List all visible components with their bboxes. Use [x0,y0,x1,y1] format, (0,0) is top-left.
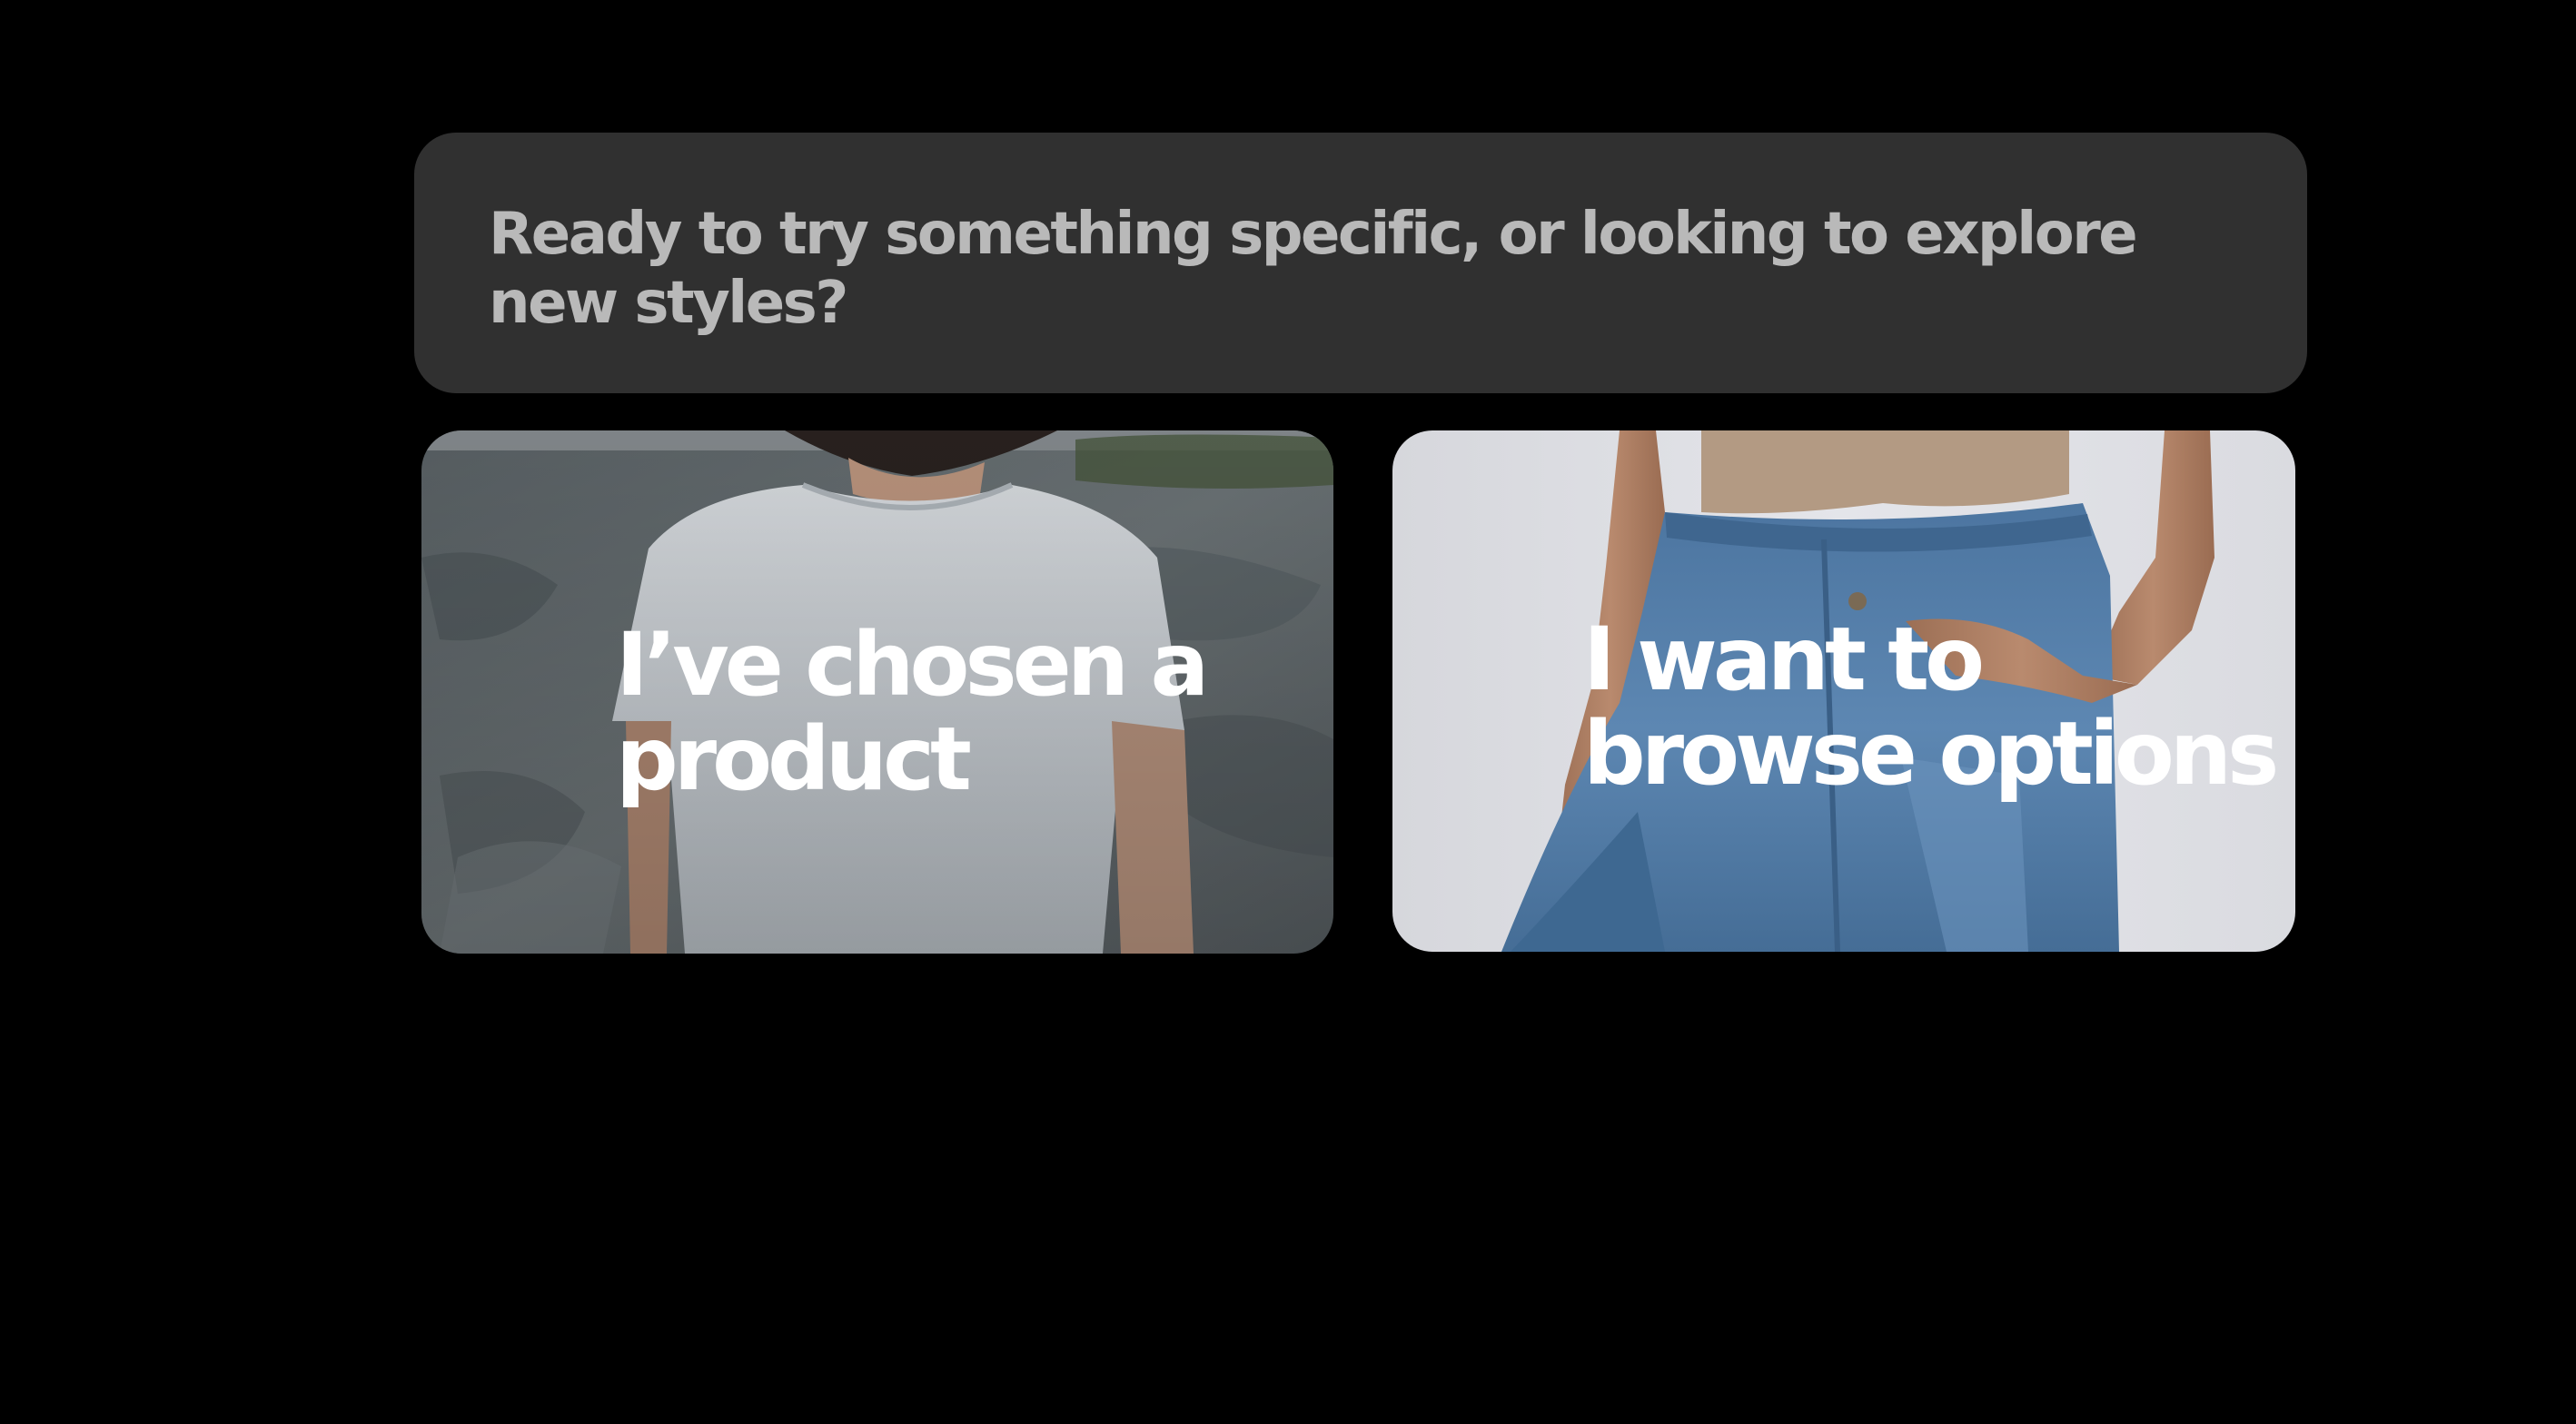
option-browse-card[interactable]: I want to browse options [1392,430,2295,952]
prompt-question: Ready to try something specific, or look… [489,201,2138,337]
option-chosen-product-card[interactable]: I’ve chosen a product [421,430,1333,954]
prompt-box: Ready to try something specific, or look… [414,133,2307,393]
option-chosen-product-label: I’ve chosen a product [616,614,1209,810]
option-browse-label: I want to browse options [1583,608,2279,805]
page: Ready to try something specific, or look… [0,0,2576,1424]
